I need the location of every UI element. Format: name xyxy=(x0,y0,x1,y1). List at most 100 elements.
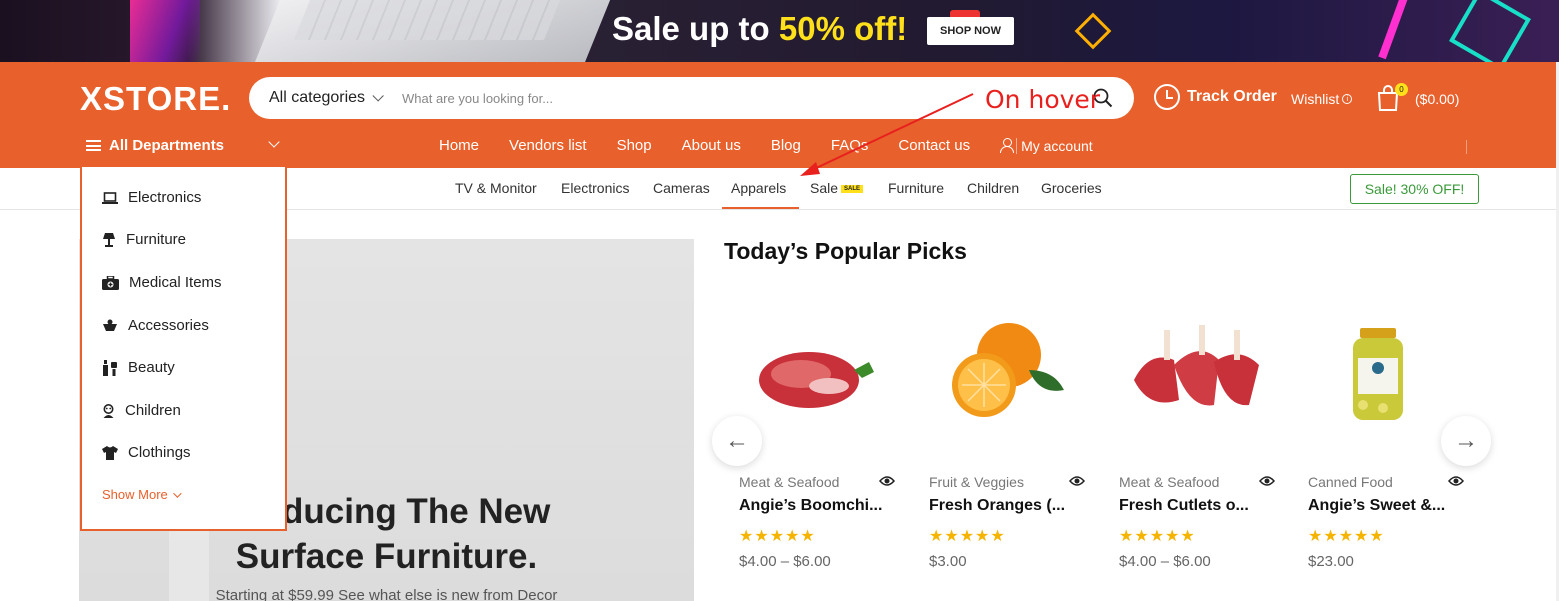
product-price: $4.00 – $6.00 xyxy=(1119,553,1211,570)
nav-item-about-us[interactable]: About us xyxy=(682,137,741,154)
user-icon xyxy=(1000,138,1015,153)
search-input[interactable] xyxy=(402,77,962,119)
menu-icon xyxy=(86,140,101,151)
carousel-prev-button[interactable]: ← xyxy=(712,416,762,466)
info-icon: i xyxy=(1342,94,1353,104)
main-navigation: Home Vendors list Shop About us Blog FAQ… xyxy=(439,137,1123,154)
divider xyxy=(1016,138,1017,154)
product-category: Canned Food xyxy=(1308,474,1393,490)
show-more-label: Show More xyxy=(102,487,168,502)
hero-title-line2: Surface Furniture. xyxy=(235,537,538,576)
accessories-icon xyxy=(103,319,117,331)
quick-view-eye-icon[interactable] xyxy=(1259,475,1275,487)
product-price: $3.00 xyxy=(929,553,967,570)
shop-now-button[interactable]: SHOP NOW xyxy=(927,17,1014,45)
departments-label: All Departments xyxy=(109,137,225,154)
dropdown-item-medical-items[interactable]: Medical Items xyxy=(102,274,222,291)
nav-item-home[interactable]: Home xyxy=(439,137,479,154)
divider xyxy=(1466,140,1467,154)
hero-subtitle: Starting at $59.99 See what else is new … xyxy=(215,587,558,601)
arrow-left-icon: ← xyxy=(725,427,749,454)
nav-item-blog[interactable]: Blog xyxy=(771,137,801,154)
product-rating-stars: ★★★★★ xyxy=(739,528,816,545)
quick-view-eye-icon[interactable] xyxy=(1069,475,1085,487)
all-departments-toggle[interactable]: All Departments xyxy=(86,137,224,154)
dropdown-item-label: Medical Items xyxy=(129,274,222,291)
banner-decoration xyxy=(1074,12,1112,50)
nav-item-shop[interactable]: Shop xyxy=(617,137,652,154)
banner-laptop-image xyxy=(251,0,619,62)
my-account-label: My account xyxy=(1021,137,1093,154)
promo-text-prefix: Sale up to xyxy=(612,10,779,47)
category-select[interactable]: All categories xyxy=(269,77,384,119)
dropdown-item-beauty[interactable]: Beauty xyxy=(102,359,175,376)
category-sale[interactable]: Sale SALE xyxy=(810,180,864,196)
product-category: Meat & Seafood xyxy=(739,474,840,490)
product-price: $4.00 – $6.00 xyxy=(739,553,831,570)
child-icon xyxy=(103,403,114,418)
promo-headline: Sale up to 50% off! xyxy=(612,10,907,48)
dropdown-item-label: Electronics xyxy=(128,189,202,206)
quick-view-eye-icon[interactable] xyxy=(1448,475,1464,487)
product-image-meat xyxy=(759,352,874,408)
nav-item-contact-us[interactable]: Contact us xyxy=(898,137,970,154)
dropdown-item-label: Children xyxy=(125,402,181,419)
product-rating-stars: ★★★★★ xyxy=(929,528,1006,545)
promo-banner: Sale up to 50% off! SHOP NOW xyxy=(0,0,1559,62)
show-more-link[interactable]: Show More xyxy=(102,487,182,502)
category-children[interactable]: Children xyxy=(967,180,1019,196)
shirt-icon xyxy=(102,445,118,460)
wishlist-link[interactable]: Wishlist i xyxy=(1291,91,1353,107)
laptop-icon xyxy=(102,191,118,204)
quick-view-eye-icon[interactable] xyxy=(879,475,895,487)
medical-kit-icon xyxy=(102,275,119,290)
chevron-down-icon[interactable] xyxy=(268,136,280,148)
dropdown-item-label: Accessories xyxy=(128,317,209,334)
product-rating-stars: ★★★★★ xyxy=(1308,528,1385,545)
nav-item-vendors-list[interactable]: Vendors list xyxy=(509,137,587,154)
carousel-next-button[interactable]: → xyxy=(1441,416,1491,466)
lamp-icon xyxy=(103,232,115,247)
category-select-label: All categories xyxy=(269,89,366,106)
category-electronics[interactable]: Electronics xyxy=(561,180,629,196)
product-category: Meat & Seafood xyxy=(1119,474,1220,490)
nav-item-faqs[interactable]: FAQs xyxy=(831,137,869,154)
annotation-label: On hover xyxy=(985,85,1101,114)
dropdown-item-label: Furniture xyxy=(126,231,187,248)
category-furniture[interactable]: Furniture xyxy=(888,180,944,196)
site-logo[interactable]: XSTORE. xyxy=(80,80,231,118)
track-order-label: Track Order xyxy=(1187,88,1277,105)
product-name[interactable]: Angie’s Sweet &... xyxy=(1308,497,1445,515)
chevron-down-icon xyxy=(172,488,182,498)
banner-decoration xyxy=(1449,0,1531,62)
clock-icon xyxy=(1154,84,1180,110)
dropdown-item-clothings[interactable]: Clothings xyxy=(102,444,191,461)
dropdown-item-label: Clothings xyxy=(128,444,191,461)
category-tv-monitor[interactable]: TV & Monitor xyxy=(455,180,537,196)
dropdown-item-label: Beauty xyxy=(128,359,175,376)
beauty-icon xyxy=(103,359,117,376)
category-cameras[interactable]: Cameras xyxy=(653,180,710,196)
banner-decoration xyxy=(1378,0,1410,60)
product-name[interactable]: Fresh Cutlets o... xyxy=(1119,497,1249,515)
arrow-right-icon: → xyxy=(1454,427,1478,454)
product-name[interactable]: Fresh Oranges (... xyxy=(929,497,1065,515)
sale-30-off-button[interactable]: Sale! 30% OFF! xyxy=(1350,174,1479,204)
banner-decoration xyxy=(130,0,200,62)
cart-total[interactable]: ($0.00) xyxy=(1415,91,1459,107)
category-apparels[interactable]: Apparels xyxy=(731,180,786,196)
section-title: Today’s Popular Picks xyxy=(724,238,967,264)
dropdown-item-furniture[interactable]: Furniture xyxy=(102,231,186,248)
dropdown-item-children[interactable]: Children xyxy=(102,402,181,419)
dropdown-item-electronics[interactable]: Electronics xyxy=(102,189,201,206)
my-account-link[interactable]: My account xyxy=(1000,137,1093,154)
category-sale-label: Sale xyxy=(810,180,839,196)
track-order-link[interactable]: Track Order xyxy=(1154,84,1277,110)
active-category-underline xyxy=(722,207,799,209)
site-header: XSTORE. All categories Track Order Wishl… xyxy=(0,62,1556,168)
dropdown-item-accessories[interactable]: Accessories xyxy=(102,317,209,334)
product-name[interactable]: Angie’s Boomchi... xyxy=(739,497,882,515)
product-rating-stars: ★★★★★ xyxy=(1119,528,1196,545)
category-groceries[interactable]: Groceries xyxy=(1041,180,1102,196)
product-image-orange xyxy=(952,323,1064,417)
